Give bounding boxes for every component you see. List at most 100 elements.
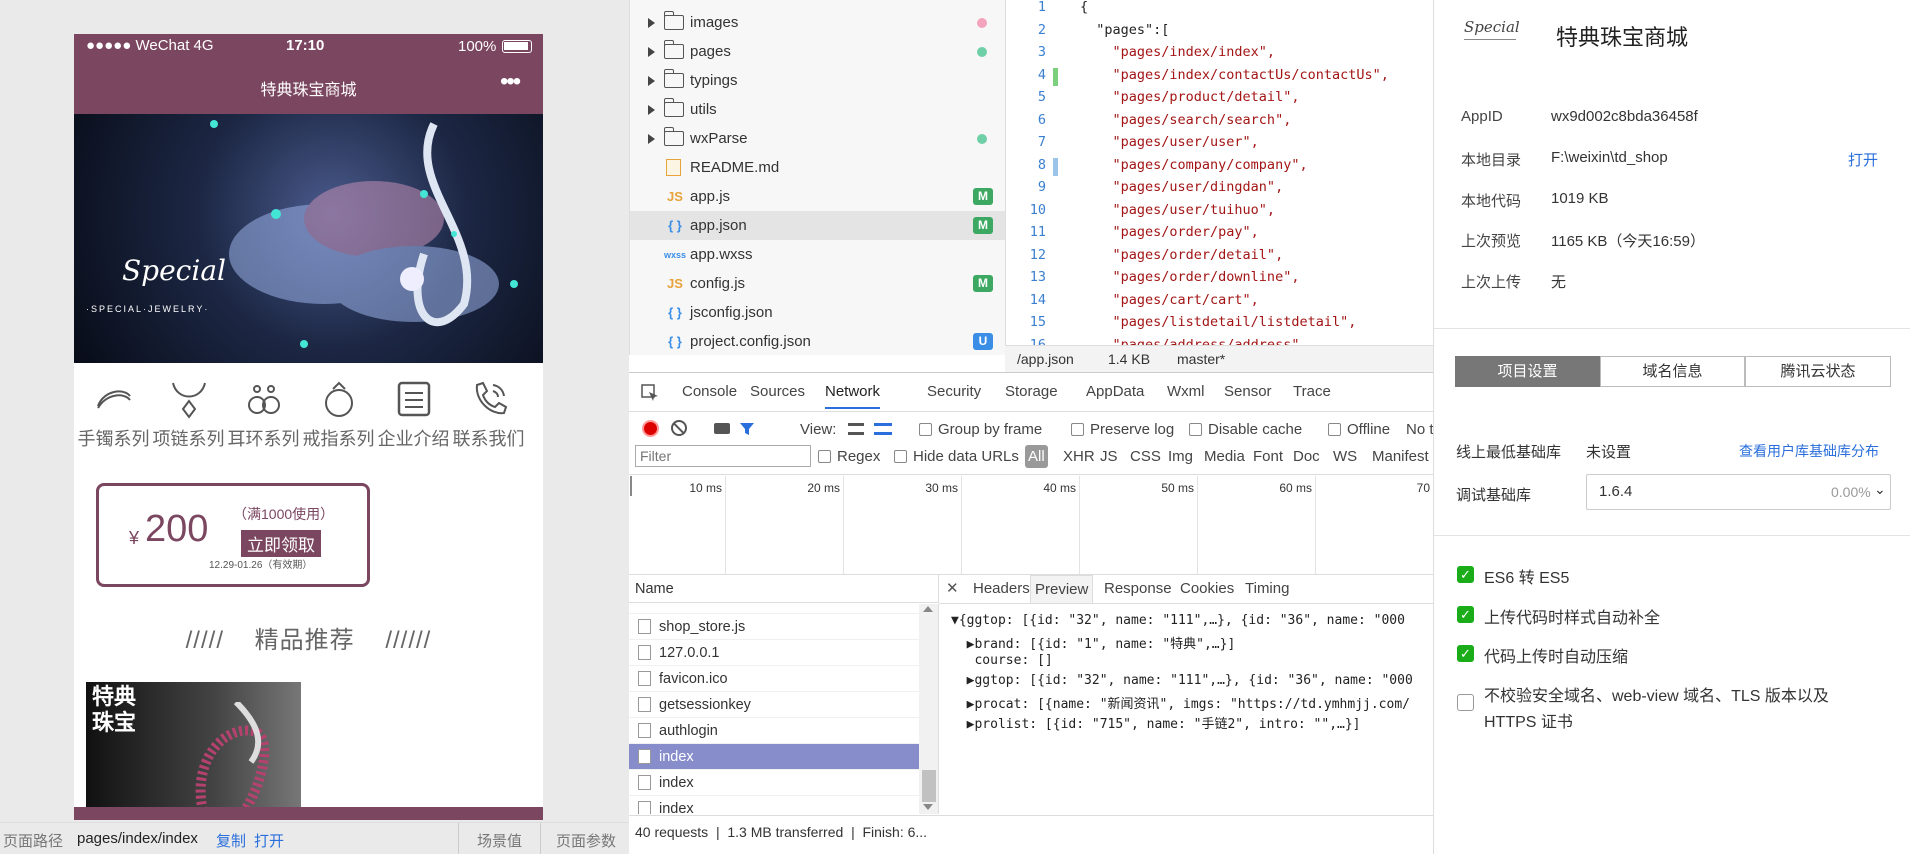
chevron-right-icon[interactable] — [648, 75, 655, 86]
open-dir-link[interactable]: 打开 — [1848, 149, 1878, 170]
file-item[interactable]: { } jsconfig.json — [630, 298, 1006, 327]
folder-item[interactable]: pages — [630, 37, 1006, 66]
chevron-right-icon[interactable] — [648, 104, 655, 115]
setting-option[interactable]: 不校验安全域名、web-view 域名、TLS 版本以及 HTTPS 证书 — [1434, 682, 1910, 734]
filter-type-manifest[interactable]: Manifest — [1372, 448, 1429, 465]
filter-type-doc[interactable]: Doc — [1293, 448, 1320, 465]
record-icon[interactable] — [642, 420, 659, 437]
request-list-scrollbar[interactable] — [919, 604, 939, 814]
disable-cache-checkbox[interactable]: Disable cache — [1189, 421, 1302, 438]
request-row[interactable]: getsessionkey — [629, 692, 919, 718]
project-tab-2[interactable]: 域名信息 — [1600, 356, 1745, 387]
page-params[interactable]: 页面参数 — [556, 830, 616, 851]
filter-icon[interactable] — [739, 421, 755, 437]
category-1[interactable]: 手镯系列 — [76, 379, 151, 451]
close-detail-icon[interactable]: ✕ — [946, 579, 959, 597]
chevron-right-icon[interactable] — [648, 17, 655, 28]
category-5[interactable]: 企业介绍 — [376, 379, 451, 451]
file-item[interactable]: JS app.js M — [630, 182, 1006, 211]
request-row[interactable]: index — [629, 744, 919, 770]
filter-type-ws[interactable]: WS — [1333, 448, 1357, 465]
setting-option[interactable]: ✓ ES6 转 ES5 — [1434, 564, 1910, 592]
detail-tab-headers[interactable]: Headers — [969, 575, 1034, 603]
tab-sources[interactable]: Sources — [750, 383, 805, 400]
file-item[interactable]: wxss app.wxss — [630, 240, 1006, 269]
waterfall-view-icon[interactable] — [874, 423, 892, 435]
request-row[interactable]: index — [629, 796, 919, 814]
open-path-link[interactable]: 打开 — [254, 830, 284, 851]
copy-path-link[interactable]: 复制 — [216, 830, 246, 851]
file-item[interactable]: { } app.json M — [630, 211, 1006, 240]
category-6[interactable]: 联系我们 — [451, 379, 526, 451]
file-item[interactable]: README.md — [630, 153, 1006, 182]
folder-item[interactable]: typings — [630, 66, 1006, 95]
filter-type-js[interactable]: JS — [1100, 448, 1118, 465]
preview-line[interactable]: ▶ggtop: [{id: "32", name: "111",…}, {id:… — [951, 673, 1413, 688]
hide-data-urls-checkbox[interactable]: Hide data URLs — [894, 448, 1019, 465]
project-tab-1[interactable]: 项目设置 — [1455, 356, 1600, 387]
project-tab-3[interactable]: 腾讯云状态 — [1745, 356, 1891, 387]
request-row[interactable]: shop_store.js — [629, 614, 919, 640]
chevron-right-icon[interactable] — [648, 46, 655, 57]
filter-type-all[interactable]: All — [1025, 445, 1048, 468]
request-row[interactable]: favicon.ico — [629, 666, 919, 692]
detail-tab-cookies[interactable]: Cookies — [1176, 575, 1238, 603]
preview-line[interactable]: ▶prolist: [{id: "715", name: "手链2", intr… — [951, 713, 1361, 732]
filter-type-img[interactable]: Img — [1168, 448, 1193, 465]
filter-type-css[interactable]: CSS — [1130, 448, 1161, 465]
checked-checkbox-icon[interactable]: ✓ — [1457, 645, 1474, 662]
name-column-header[interactable]: Name — [629, 575, 939, 603]
product-card[interactable]: 特典 珠宝 — [86, 682, 301, 820]
inspect-icon[interactable] — [641, 384, 659, 402]
detail-tab-timing[interactable]: Timing — [1241, 575, 1293, 603]
group-by-frame-checkbox[interactable]: Group by frame — [919, 421, 1042, 438]
tab-network[interactable]: Network — [825, 383, 881, 409]
checked-checkbox-icon[interactable]: ✓ — [1457, 606, 1474, 623]
filter-input[interactable] — [635, 445, 811, 467]
git-branch[interactable]: master* — [1177, 351, 1225, 367]
request-row[interactable]: authlogin — [629, 718, 919, 744]
folder-item[interactable]: utils — [630, 95, 1006, 124]
debug-lib-select[interactable]: 1.6.4 0.00% ⌄ — [1586, 474, 1891, 510]
offline-checkbox[interactable]: Offline — [1328, 421, 1390, 438]
filter-type-font[interactable]: Font — [1253, 448, 1283, 465]
detail-tab-response[interactable]: Response — [1100, 575, 1176, 603]
request-row[interactable]: index — [629, 770, 919, 796]
preview-line[interactable]: ▶brand: [{id: "1", name: "特典",…}] — [951, 633, 1236, 652]
lib-distribution-link[interactable]: 查看用户库基础库分布 — [1739, 441, 1879, 461]
request-row[interactable] — [629, 604, 919, 614]
clear-icon[interactable] — [671, 420, 687, 436]
file-item[interactable]: { } project.config.json U — [630, 327, 1006, 356]
more-icon[interactable]: ••• — [500, 68, 521, 96]
preview-line[interactable]: course: [] — [951, 653, 1052, 668]
unchecked-checkbox-icon[interactable] — [1457, 694, 1474, 711]
list-view-icon[interactable] — [848, 423, 864, 435]
banner-image[interactable]: Special ·SPECIAL·JEWELRY· — [74, 114, 543, 363]
category-2[interactable]: 项链系列 — [151, 379, 226, 451]
tab-wxml[interactable]: Wxml — [1167, 383, 1205, 400]
request-row[interactable]: 127.0.0.1 — [629, 640, 919, 666]
code-editor[interactable]: 1{2 "pages":[3 "pages/index/index", 4 "pa… — [1005, 0, 1433, 345]
folder-item[interactable]: wxParse — [630, 124, 1006, 153]
throttle-select[interactable]: No t — [1406, 421, 1433, 438]
tab-storage[interactable]: Storage — [1005, 383, 1058, 400]
tab-security[interactable]: Security — [927, 383, 981, 400]
checked-checkbox-icon[interactable]: ✓ — [1457, 566, 1474, 583]
setting-option[interactable]: ✓ 上传代码时样式自动补全 — [1434, 604, 1910, 632]
camera-icon[interactable] — [714, 423, 730, 434]
preserve-log-checkbox[interactable]: Preserve log — [1071, 421, 1174, 438]
tab-sensor[interactable]: Sensor — [1224, 383, 1272, 400]
setting-option[interactable]: ✓ 代码上传时自动压缩 — [1434, 643, 1910, 671]
regex-checkbox[interactable]: Regex — [818, 448, 880, 465]
filter-type-xhr[interactable]: XHR — [1063, 448, 1095, 465]
detail-tab-preview[interactable]: Preview — [1030, 575, 1094, 603]
filter-type-media[interactable]: Media — [1204, 448, 1245, 465]
category-3[interactable]: 耳环系列 — [226, 379, 301, 451]
preview-line[interactable]: ▼{ggtop: [{id: "32", name: "111",…}, {id… — [951, 613, 1405, 628]
tab-trace[interactable]: Trace — [1293, 383, 1331, 400]
tab-console[interactable]: Console — [682, 383, 737, 400]
tab-appdata[interactable]: AppData — [1086, 383, 1144, 400]
category-4[interactable]: 戒指系列 — [301, 379, 376, 451]
scene-value[interactable]: 场景值 — [477, 830, 522, 851]
chevron-right-icon[interactable] — [648, 133, 655, 144]
